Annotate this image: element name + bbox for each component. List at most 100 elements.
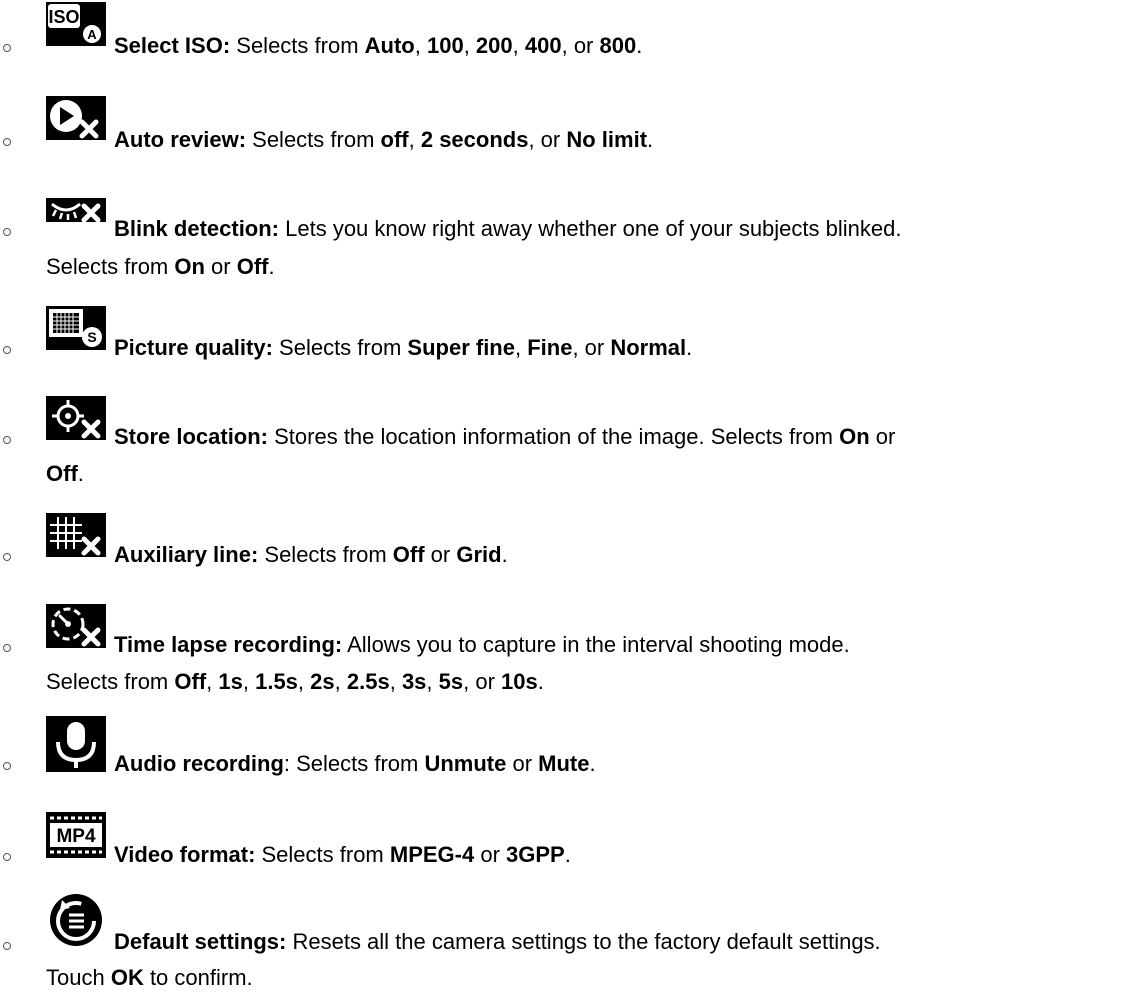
text-run: or [506,751,539,776]
text-run: . [686,335,693,360]
text-run: Selects from [230,33,365,58]
text-run: , [426,669,439,694]
option-value: Normal [610,335,687,360]
text-run: or [424,542,457,567]
text-run: Selects from [46,669,175,694]
item-text-continuation: Touch OK to confirm. [46,962,253,993]
text-run: Stores the location information of the i… [268,424,840,449]
bullet [3,942,11,950]
text-run: Selects from [258,542,393,567]
text-run: : Selects from [283,751,425,776]
item-description: Lets you know right away whether one of … [279,216,901,241]
text-run: Selects from [255,842,390,867]
text-run: , or [561,33,600,58]
option-value: 2 seconds [420,127,529,152]
option-value: 200 [475,33,513,58]
item-label: Picture quality: [114,335,273,360]
text-run: , [463,33,476,58]
item-text-continuation: Selects from On or Off. [46,251,275,282]
item-text-continuation: Selects from Off, 1s, 1.5s, 2s, 2.5s, 3s… [46,666,544,697]
item-label: Auxiliary line: [114,542,259,567]
blink-detection-icon [46,198,106,222]
text-run: . [268,254,275,279]
option-value: Off [174,669,207,694]
auxiliary-line-icon [46,513,106,557]
option-value: Super fine [407,335,515,360]
item-text-line: Time lapse recording: Allows you to capt… [114,629,850,660]
default-settings-reset-icon [46,892,106,948]
mp4-icon-label: MP4 [56,826,96,847]
option-value: No limit [566,127,648,152]
option-value: 100 [426,33,464,58]
item-label: Time lapse recording: [114,632,343,657]
item-text-continuation: Off. [46,458,84,489]
text-run: . [501,542,508,567]
text-run: . [77,461,84,486]
item-description: Selects from Super fine, Fine, or Normal… [273,335,692,360]
option-value: On [174,254,205,279]
item-text-line: Blink detection: Lets you know right awa… [114,213,901,244]
item-text-line: Picture quality: Selects from Super fine… [114,332,692,363]
text-run: , [242,669,256,694]
item-label: Auto review: [114,127,247,152]
item-description: Selects from MPEG-4 or 3GPP. [255,842,571,867]
bullet [3,762,11,770]
text-run: Touch [46,965,111,990]
item-text-line: Video format: Selects from MPEG-4 or 3GP… [114,839,571,870]
item-text-line: Auto review: Selects from off, 2 seconds… [114,124,653,155]
text-run: , or [528,127,567,152]
option-value: off [380,127,409,152]
item-description: Selects from Off or Grid. [258,542,507,567]
text-run: . [564,842,571,867]
bullet [3,44,11,52]
text-run: , [334,669,347,694]
text-run: , [514,335,528,360]
text-run: Selects from [272,335,408,360]
option-value: 2s [310,669,335,694]
text-run: , [297,669,311,694]
mp4-video-format-icon: MP4 [46,812,106,858]
option-value: MPEG-4 [389,842,475,867]
text-run: . [589,751,596,776]
text-run: or [474,842,507,867]
item-text-line: Audio recording: Selects from Unmute or … [114,748,596,779]
text-run: to confirm. [143,965,253,990]
option-value: On [839,424,870,449]
option-value: OK [110,965,144,990]
item-description: Selects from Auto, 100, 200, 400, or 800… [230,33,642,58]
text-run: Resets all the camera settings to the fa… [286,929,881,954]
item-text-line: Store location: Stores the location info… [114,421,895,452]
option-value: Mute [538,751,590,776]
option-value: 2.5s [346,669,390,694]
item-description: : Selects from Unmute or Mute. [284,751,596,776]
bullet [3,644,11,652]
option-value: 3s [401,669,427,694]
item-description: Selects from off, 2 seconds, or No limit… [246,127,653,152]
text-run: Selects from [246,127,381,152]
option-value: Off [392,542,425,567]
text-run: . [636,33,643,58]
iso-icon-label: ISO [48,7,79,27]
option-value: Off [46,461,78,486]
bullet [3,853,11,861]
quality-icon-badge: S [87,329,96,345]
option-value: 400 [524,33,562,58]
item-text-line: Auxiliary line: Selects from Off or Grid… [114,539,508,570]
item-label: Audio recording [114,751,284,776]
iso-auto-icon: ISO A [46,2,106,46]
auto-review-icon [46,96,106,140]
option-value: Unmute [424,751,507,776]
item-description: Allows you to capture in the interval sh… [342,632,850,657]
text-run: Selects from [46,254,175,279]
item-description: Stores the location information of the i… [268,424,895,449]
text-run: Lets you know right away whether one of … [279,216,902,241]
item-label: Select ISO: [114,33,231,58]
text-run: , [414,33,427,58]
text-run: , [512,33,525,58]
option-value: Off [236,254,269,279]
text-run: . [537,669,544,694]
option-value: 5s [438,669,464,694]
option-value: Fine [527,335,573,360]
text-run: or [204,254,237,279]
text-run: , or [463,669,502,694]
